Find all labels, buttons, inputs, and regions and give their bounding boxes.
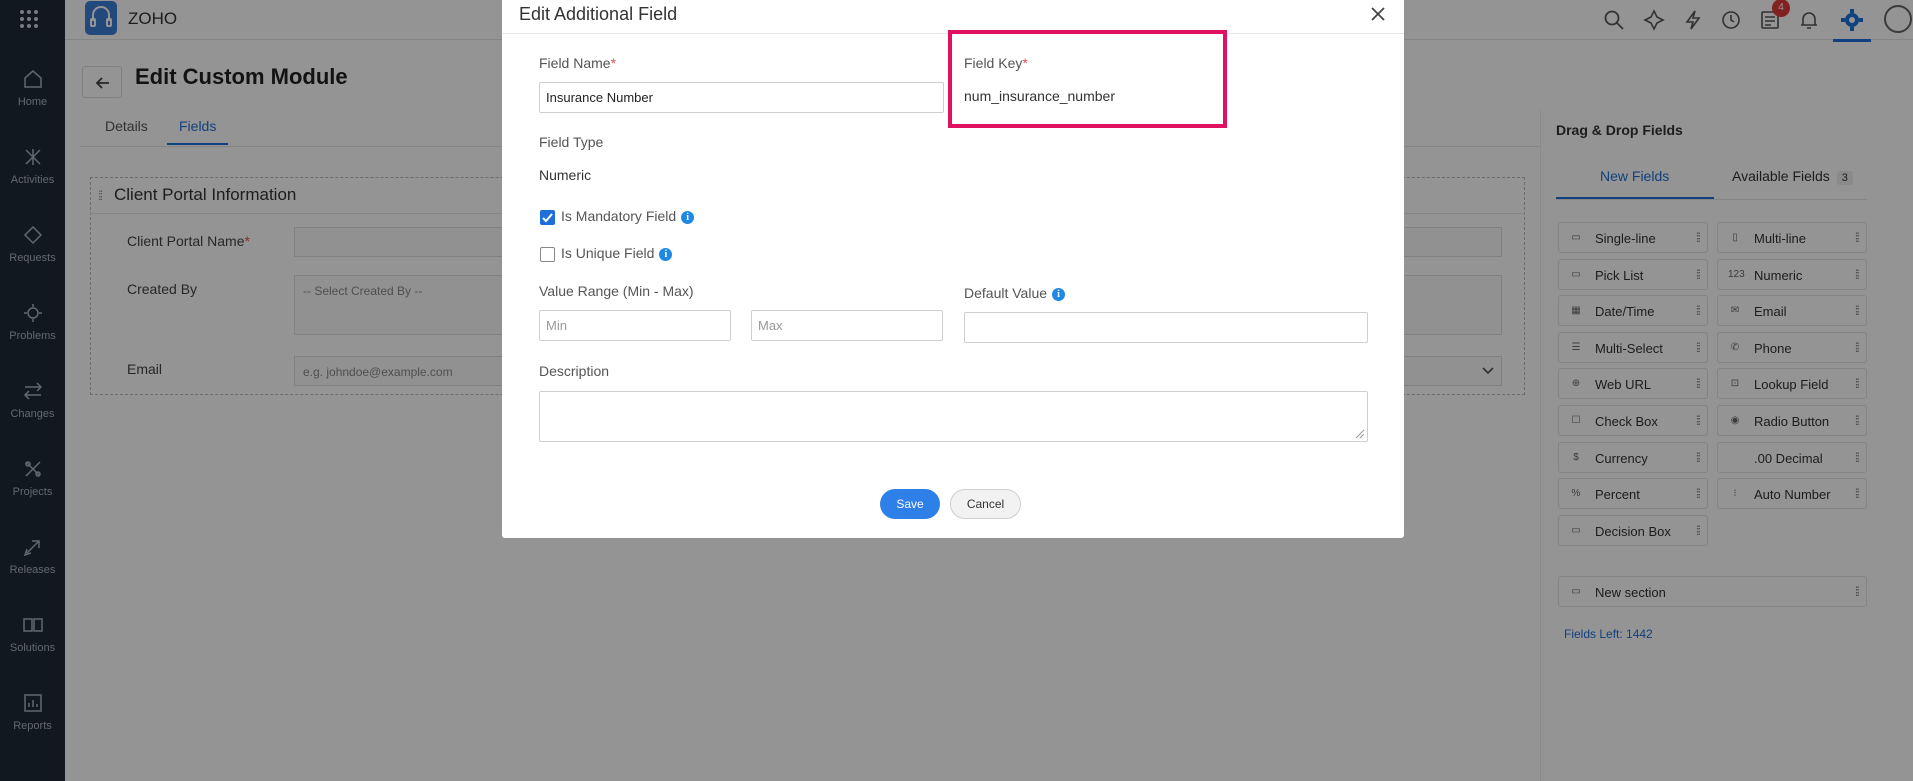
default-value-label: Default Value i [964,285,1066,301]
save-button[interactable]: Save [880,489,940,519]
field-name-input[interactable]: Insurance Number [539,82,944,113]
max-input[interactable]: Max [751,310,943,341]
field-key-highlight-box [948,30,1227,128]
unique-checkbox[interactable] [540,247,555,262]
resize-handle-icon[interactable] [1355,429,1365,439]
close-icon [1371,7,1385,21]
default-value-input[interactable] [964,312,1368,343]
field-name-label: Field Name* [539,55,617,71]
mandatory-label: Is Mandatory Field i [561,208,695,224]
mandatory-checkbox[interactable] [540,210,555,225]
unique-label: Is Unique Field i [561,245,673,261]
info-icon[interactable]: i [659,247,673,261]
description-textarea[interactable] [539,391,1368,442]
description-label: Description [539,363,610,379]
cancel-button[interactable]: Cancel [950,489,1021,519]
min-input[interactable]: Min [539,310,731,341]
field-type-label: Field Type [539,134,604,150]
check-icon [542,213,553,223]
field-type-value: Numeric [539,167,592,183]
dialog-title: Edit Additional Field [519,4,678,24]
close-button[interactable] [1366,2,1390,26]
info-icon[interactable]: i [1052,287,1066,301]
value-range-label: Value Range (Min - Max) [539,283,694,299]
info-icon[interactable]: i [681,210,695,224]
